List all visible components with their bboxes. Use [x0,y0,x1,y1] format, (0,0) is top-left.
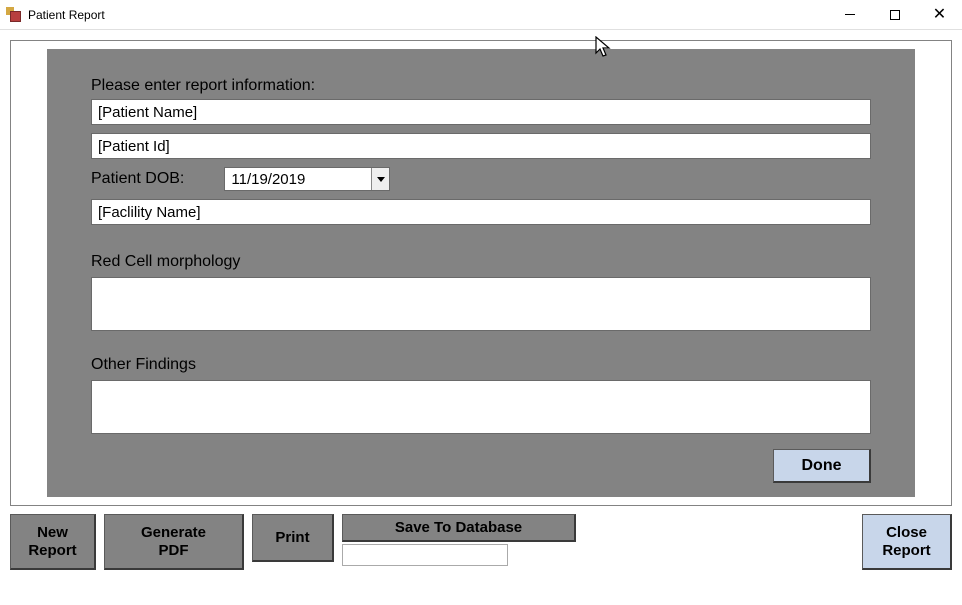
generate-pdf-button[interactable]: GeneratePDF [104,514,244,570]
patient-id-input[interactable] [91,133,871,159]
dob-value: 11/19/2019 [225,171,371,188]
bottom-toolbar: NewReport GeneratePDF Print Save To Data… [10,506,952,570]
done-row: Done [91,449,871,483]
close-icon: ✕ [933,7,946,23]
facility-name-input[interactable] [91,199,871,225]
red-cell-label: Red Cell morphology [91,253,871,271]
save-group: Save To Database [342,514,576,570]
form-panel: Please enter report information: Patient… [47,49,915,497]
other-findings-label: Other Findings [91,356,871,374]
window-controls: ✕ [827,0,962,29]
new-report-button[interactable]: NewReport [10,514,96,570]
dob-row: Patient DOB: 11/19/2019 [91,167,871,191]
maximize-icon [890,10,900,20]
content-area: Please enter report information: Patient… [0,30,962,605]
dob-dropdown-button[interactable] [371,168,389,190]
form-prompt-label: Please enter report information: [91,77,871,95]
dob-label: Patient DOB: [91,170,184,188]
done-button[interactable]: Done [773,449,871,483]
print-button[interactable]: Print [252,514,334,562]
close-report-button[interactable]: CloseReport [862,514,952,570]
title-bar: Patient Report ✕ [0,0,962,30]
save-status-field [342,544,508,566]
maximize-button[interactable] [872,0,917,29]
red-cell-input[interactable] [91,277,871,331]
app-icon [6,7,22,23]
save-to-database-button[interactable]: Save To Database [342,514,576,542]
minimize-button[interactable] [827,0,872,29]
patient-name-input[interactable] [91,99,871,125]
other-findings-input[interactable] [91,380,871,434]
close-window-button[interactable]: ✕ [917,0,962,29]
main-frame: Please enter report information: Patient… [10,40,952,506]
window-title: Patient Report [28,8,827,22]
chevron-down-icon [377,177,385,182]
minimize-icon [845,14,855,15]
dob-date-picker[interactable]: 11/19/2019 [224,167,390,191]
toolbar-spacer [584,514,854,570]
